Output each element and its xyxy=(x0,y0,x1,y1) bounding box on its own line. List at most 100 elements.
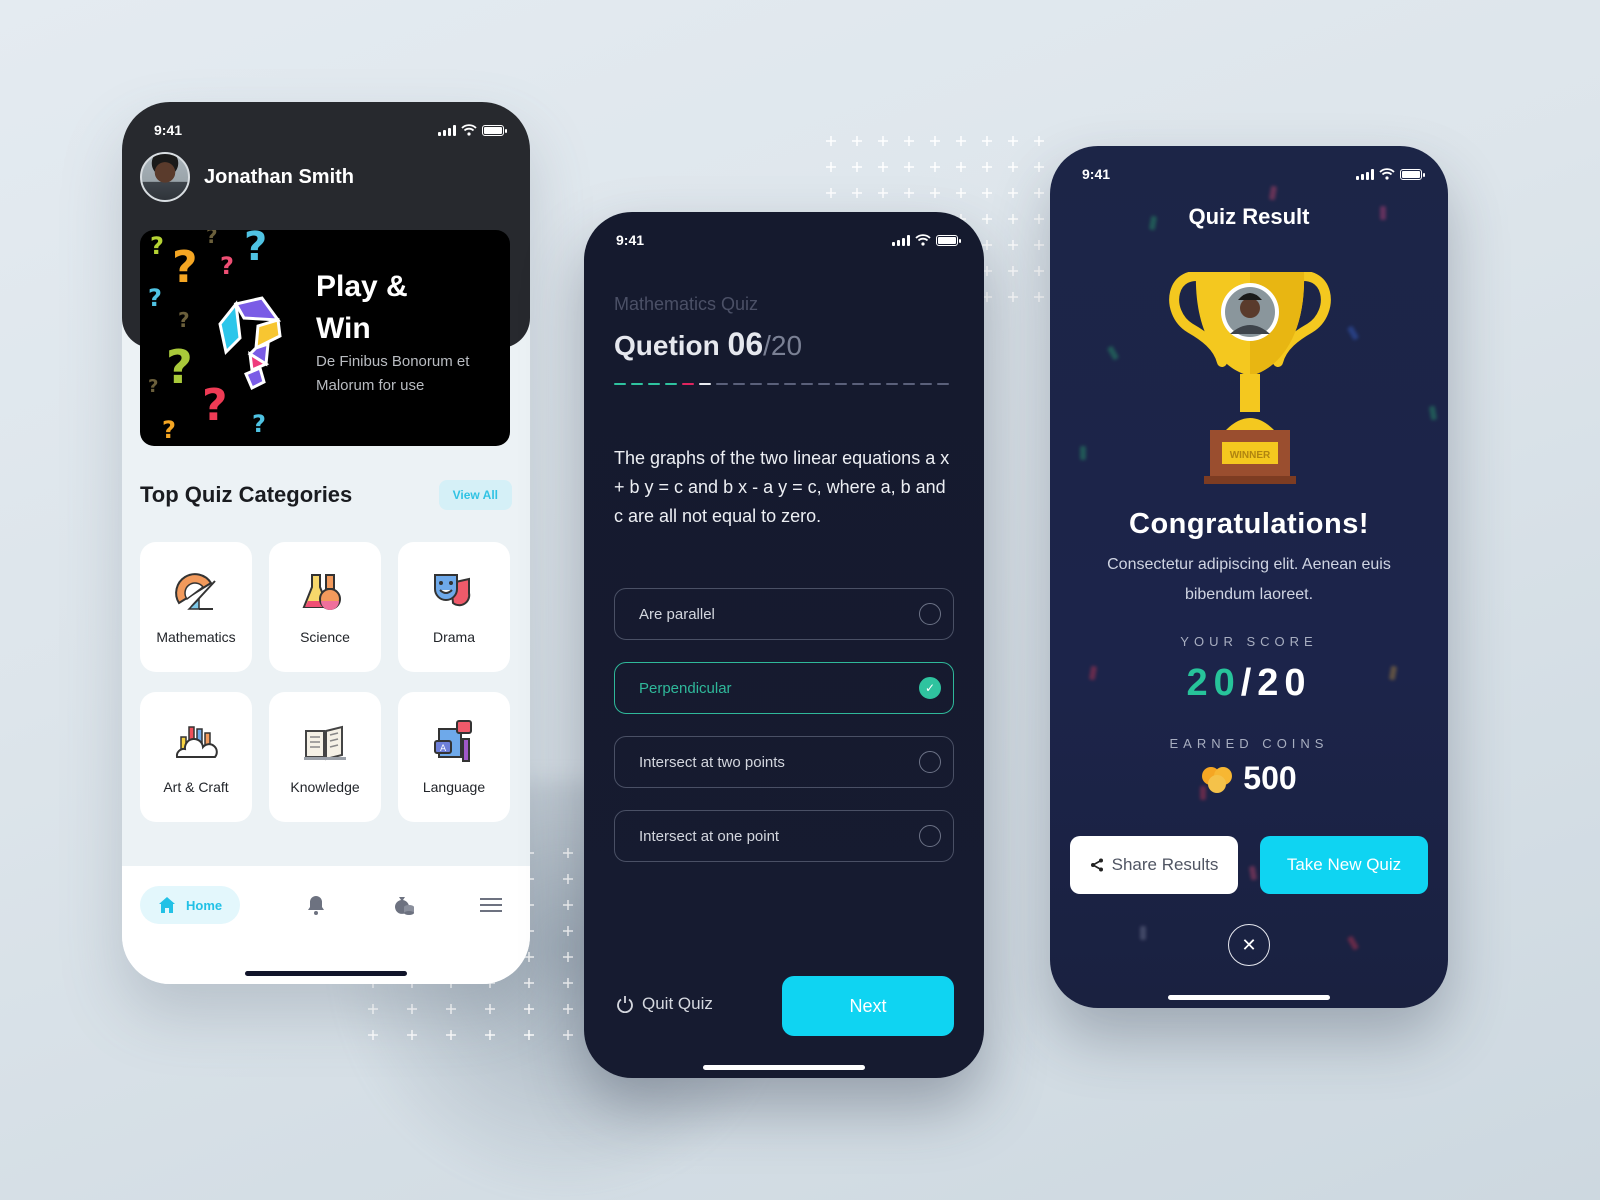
share-icon xyxy=(1090,858,1103,872)
option-label: Are parallel xyxy=(639,605,715,623)
category-label: Drama xyxy=(432,629,475,645)
confetti-piece xyxy=(1140,926,1146,940)
answer-option[interactable]: Are parallel xyxy=(614,588,954,640)
banner-subtitle: De Finibus Bonorum et Malorum for use xyxy=(316,353,470,394)
plus-decor xyxy=(948,154,974,180)
confetti-piece xyxy=(1346,325,1360,341)
nav-menu-tab[interactable] xyxy=(479,894,502,916)
wifi-icon xyxy=(461,124,477,136)
close-icon[interactable]: ✕ xyxy=(1228,924,1270,966)
bottom-navigation: Home xyxy=(122,866,530,984)
answer-option[interactable]: Intersect at two points xyxy=(614,736,954,788)
svg-text:A: A xyxy=(440,744,447,754)
wifi-icon xyxy=(915,234,931,246)
score-correct: 20 xyxy=(1186,662,1241,704)
plus-decor xyxy=(974,180,1000,206)
play-and-win-banner[interactable]: ? ? ? ? ? ? ? ? ? ? ? ? Play & Win De Fi… xyxy=(140,230,510,446)
progress-segment-pending xyxy=(852,383,864,385)
progress-segment-pending xyxy=(716,383,728,385)
plus-decor xyxy=(555,970,581,996)
category-science[interactable]: Science xyxy=(269,542,381,672)
coins-value: 500 xyxy=(1243,760,1297,796)
categories-header: Top Quiz Categories View All xyxy=(140,480,512,510)
radio-unchecked-icon[interactable] xyxy=(919,825,941,847)
category-label: Science xyxy=(300,629,350,645)
question-mark-decor: ? xyxy=(220,252,234,280)
protractor-icon xyxy=(175,573,216,610)
progress-segment-wrong xyxy=(682,383,694,385)
progress-segment-pending xyxy=(920,383,932,385)
plus-decor xyxy=(974,206,1000,232)
answer-option[interactable]: Intersect at one point xyxy=(614,810,954,862)
radio-unchecked-icon[interactable] xyxy=(919,603,941,625)
confetti-piece xyxy=(1106,345,1120,361)
plus-decor xyxy=(844,180,870,206)
category-language[interactable]: A Language xyxy=(398,692,510,822)
art-supplies-icon xyxy=(175,726,218,758)
question-mark-decor: ? xyxy=(244,230,268,270)
view-all-button[interactable]: View All xyxy=(438,480,512,510)
plus-decor xyxy=(438,996,464,1022)
share-results-button[interactable]: Share Results xyxy=(1070,836,1238,894)
question-mark-decor: ? xyxy=(178,308,190,332)
nav-home-label: Home xyxy=(186,897,223,913)
plus-decor xyxy=(438,1022,464,1048)
plus-decor xyxy=(399,996,425,1022)
plus-decor xyxy=(1000,258,1026,284)
take-new-quiz-button[interactable]: Take New Quiz xyxy=(1260,836,1428,894)
plus-decor xyxy=(1026,180,1052,206)
plus-decor xyxy=(818,128,844,154)
answer-option-selected[interactable]: Perpendicular ✓ xyxy=(614,662,954,714)
status-time: 9:41 xyxy=(154,122,183,138)
plus-decor xyxy=(477,1022,503,1048)
question-mark-decor: ? xyxy=(252,410,266,438)
trophy-plate-text: WINNER xyxy=(1230,450,1271,461)
plus-decor xyxy=(1000,180,1026,206)
polygon-question-logo xyxy=(218,296,282,391)
score-value: 20/20 xyxy=(1050,662,1448,705)
next-button[interactable]: Next xyxy=(782,976,954,1036)
home-indicator xyxy=(245,971,407,976)
quit-quiz-button[interactable]: Quit Quiz xyxy=(616,994,713,1014)
home-indicator xyxy=(703,1065,865,1070)
plus-decor xyxy=(555,918,581,944)
plus-decor xyxy=(870,154,896,180)
plus-decor xyxy=(1026,128,1052,154)
radio-unchecked-icon[interactable] xyxy=(919,751,941,773)
category-knowledge[interactable]: Knowledge xyxy=(269,692,381,822)
plus-decor xyxy=(555,996,581,1022)
nav-notifications-tab[interactable] xyxy=(305,894,327,916)
plus-decor xyxy=(870,128,896,154)
plus-decor xyxy=(1000,128,1026,154)
question-mark-decor: ? xyxy=(166,340,193,394)
congrats-heading: Congratulations! xyxy=(1129,508,1369,540)
home-screen: 9:41 Jonathan Smith ? ? ? ? ? ? ? ? ? ? … xyxy=(122,102,530,984)
nav-home-tab[interactable]: Home xyxy=(140,886,241,924)
user-profile[interactable]: Jonathan Smith xyxy=(140,152,354,202)
option-label: Perpendicular xyxy=(639,679,732,697)
home-indicator xyxy=(1168,995,1330,1000)
open-book-icon xyxy=(304,725,346,761)
signal-icon xyxy=(892,234,910,246)
plus-decor xyxy=(1026,258,1052,284)
category-drama[interactable]: Drama xyxy=(398,542,510,672)
plus-decor xyxy=(555,840,581,866)
plus-decor xyxy=(399,1022,425,1048)
power-icon xyxy=(617,996,633,1013)
section-title: Top Quiz Categories xyxy=(140,482,353,507)
avatar[interactable] xyxy=(140,152,190,202)
category-label: Language xyxy=(422,779,486,795)
checkmark-icon[interactable]: ✓ xyxy=(919,677,941,699)
category-art-craft[interactable]: Art & Craft xyxy=(140,692,252,822)
plus-decor xyxy=(516,1022,542,1048)
category-mathematics[interactable]: Mathematics xyxy=(140,542,252,672)
plus-decor xyxy=(974,154,1000,180)
answer-options: Are parallel Perpendicular ✓ Intersect a… xyxy=(614,588,954,862)
plus-decor xyxy=(922,180,948,206)
nav-rewards-tab[interactable] xyxy=(393,894,415,916)
plus-decor xyxy=(818,154,844,180)
question-label: Quetion xyxy=(614,330,720,361)
plus-decor xyxy=(1026,284,1052,310)
plus-decor xyxy=(948,180,974,206)
quiz-name: Mathematics Quiz xyxy=(614,294,759,314)
